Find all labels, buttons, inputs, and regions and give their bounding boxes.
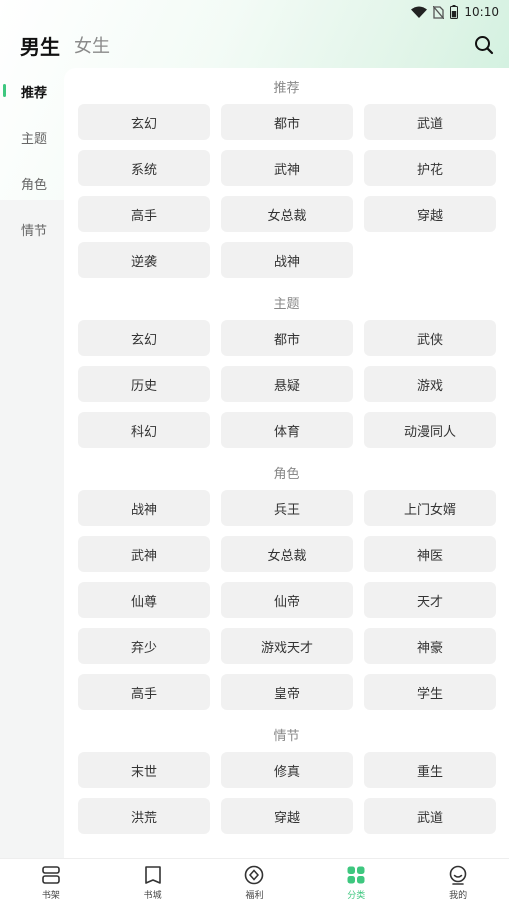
section-title-recommend: 推荐 bbox=[273, 80, 300, 96]
tag-button[interactable]: 兵王 bbox=[221, 490, 353, 526]
nav-welfare[interactable]: 福利 bbox=[214, 864, 294, 901]
tag-button[interactable]: 历史 bbox=[78, 366, 210, 402]
section-title-theme: 主题 bbox=[273, 296, 300, 312]
tag-button[interactable]: 女总裁 bbox=[221, 196, 353, 232]
category-sidebar: 推荐 主题 角色 情节 bbox=[0, 68, 64, 858]
tag-button[interactable]: 穿越 bbox=[364, 196, 496, 232]
tag-button[interactable]: 武道 bbox=[364, 798, 496, 834]
nav-label: 分类 bbox=[347, 891, 366, 901]
nav-profile[interactable]: 我的 bbox=[418, 864, 498, 901]
status-bar: 10:10 bbox=[0, 0, 509, 24]
tag-button[interactable]: 洪荒 bbox=[78, 798, 210, 834]
tag-button[interactable]: 动漫同人 bbox=[364, 412, 496, 448]
tag-button[interactable]: 重生 bbox=[364, 752, 496, 788]
tag-button[interactable]: 仙尊 bbox=[78, 582, 210, 618]
tag-content-panel: 推荐 玄幻 都市 武道 系统 武神 护花 高手 女总裁 穿越 逆袭 战神 主题 … bbox=[64, 68, 509, 858]
battery-icon bbox=[450, 5, 459, 19]
sidebar-item-plot[interactable]: 情节 bbox=[0, 206, 64, 252]
tag-button[interactable]: 武神 bbox=[78, 536, 210, 572]
category-icon bbox=[347, 866, 365, 884]
header: 男生 女生 bbox=[0, 24, 509, 66]
active-indicator bbox=[3, 84, 6, 97]
tag-button[interactable]: 神豪 bbox=[364, 628, 496, 664]
tag-button[interactable]: 学生 bbox=[364, 674, 496, 710]
tag-button[interactable]: 女总裁 bbox=[221, 536, 353, 572]
bookshelf-icon bbox=[42, 866, 60, 884]
nav-label: 福利 bbox=[245, 891, 264, 901]
no-sim-icon bbox=[433, 5, 445, 19]
section-title-role: 角色 bbox=[273, 466, 300, 482]
tag-button[interactable]: 高手 bbox=[78, 196, 210, 232]
nav-bookstore[interactable]: 书城 bbox=[113, 864, 193, 901]
tag-button[interactable]: 科幻 bbox=[78, 412, 210, 448]
tag-button[interactable]: 护花 bbox=[364, 150, 496, 186]
tag-grid-recommend: 玄幻 都市 武道 系统 武神 护花 高手 女总裁 穿越 逆袭 战神 bbox=[64, 104, 509, 278]
gift-icon bbox=[245, 865, 264, 885]
sidebar-item-label: 推荐 bbox=[21, 85, 48, 101]
wifi-icon bbox=[411, 6, 428, 18]
tag-button[interactable]: 逆袭 bbox=[78, 242, 210, 278]
tag-button[interactable]: 悬疑 bbox=[221, 366, 353, 402]
book-icon bbox=[144, 866, 161, 884]
tab-female[interactable]: 女生 bbox=[74, 32, 110, 58]
profile-icon bbox=[449, 865, 467, 885]
search-icon[interactable] bbox=[473, 34, 495, 56]
sidebar-item-theme[interactable]: 主题 bbox=[0, 114, 64, 160]
tag-button[interactable]: 仙帝 bbox=[221, 582, 353, 618]
section-title-plot: 情节 bbox=[273, 728, 300, 744]
nav-label: 书架 bbox=[41, 891, 60, 901]
bottom-navigation: 书架 书城 福利 分类 我的 bbox=[0, 858, 509, 906]
tag-button[interactable]: 都市 bbox=[221, 104, 353, 140]
tag-button[interactable]: 修真 bbox=[221, 752, 353, 788]
sidebar-item-label: 情节 bbox=[21, 223, 48, 239]
tag-button[interactable]: 战神 bbox=[221, 242, 353, 278]
tag-button[interactable]: 都市 bbox=[221, 320, 353, 356]
sidebar-item-role[interactable]: 角色 bbox=[0, 160, 64, 206]
nav-bookshelf[interactable]: 书架 bbox=[11, 864, 91, 901]
tag-button[interactable]: 穿越 bbox=[221, 798, 353, 834]
sidebar-item-recommend[interactable]: 推荐 bbox=[0, 68, 64, 114]
tag-button[interactable]: 武道 bbox=[364, 104, 496, 140]
tag-button[interactable]: 玄幻 bbox=[78, 104, 210, 140]
nav-label: 我的 bbox=[449, 891, 468, 901]
tag-button[interactable]: 神医 bbox=[364, 536, 496, 572]
tag-button[interactable]: 上门女婿 bbox=[364, 490, 496, 526]
tag-button[interactable]: 武侠 bbox=[364, 320, 496, 356]
sidebar-item-label: 主题 bbox=[21, 131, 48, 147]
tag-button[interactable]: 游戏天才 bbox=[221, 628, 353, 664]
status-time: 10:10 bbox=[464, 5, 499, 19]
tag-button[interactable]: 皇帝 bbox=[221, 674, 353, 710]
tag-button[interactable]: 武神 bbox=[221, 150, 353, 186]
tag-button[interactable]: 玄幻 bbox=[78, 320, 210, 356]
tag-button[interactable]: 战神 bbox=[78, 490, 210, 526]
tag-button[interactable]: 高手 bbox=[78, 674, 210, 710]
tag-button[interactable]: 体育 bbox=[221, 412, 353, 448]
tag-grid-theme: 玄幻 都市 武侠 历史 悬疑 游戏 科幻 体育 动漫同人 bbox=[64, 320, 509, 448]
tab-male[interactable]: 男生 bbox=[20, 31, 60, 60]
tag-button[interactable]: 系统 bbox=[78, 150, 210, 186]
tag-button[interactable]: 天才 bbox=[364, 582, 496, 618]
tag-button[interactable]: 游戏 bbox=[364, 366, 496, 402]
nav-label: 书城 bbox=[143, 891, 162, 901]
tag-grid-role: 战神 兵王 上门女婿 武神 女总裁 神医 仙尊 仙帝 天才 弃少 游戏天才 神豪… bbox=[64, 490, 509, 710]
sidebar-item-label: 角色 bbox=[21, 177, 48, 193]
tag-button[interactable]: 弃少 bbox=[78, 628, 210, 664]
tag-grid-plot: 末世 修真 重生 洪荒 穿越 武道 bbox=[64, 752, 509, 834]
nav-category[interactable]: 分类 bbox=[316, 864, 396, 901]
tag-button[interactable]: 末世 bbox=[78, 752, 210, 788]
